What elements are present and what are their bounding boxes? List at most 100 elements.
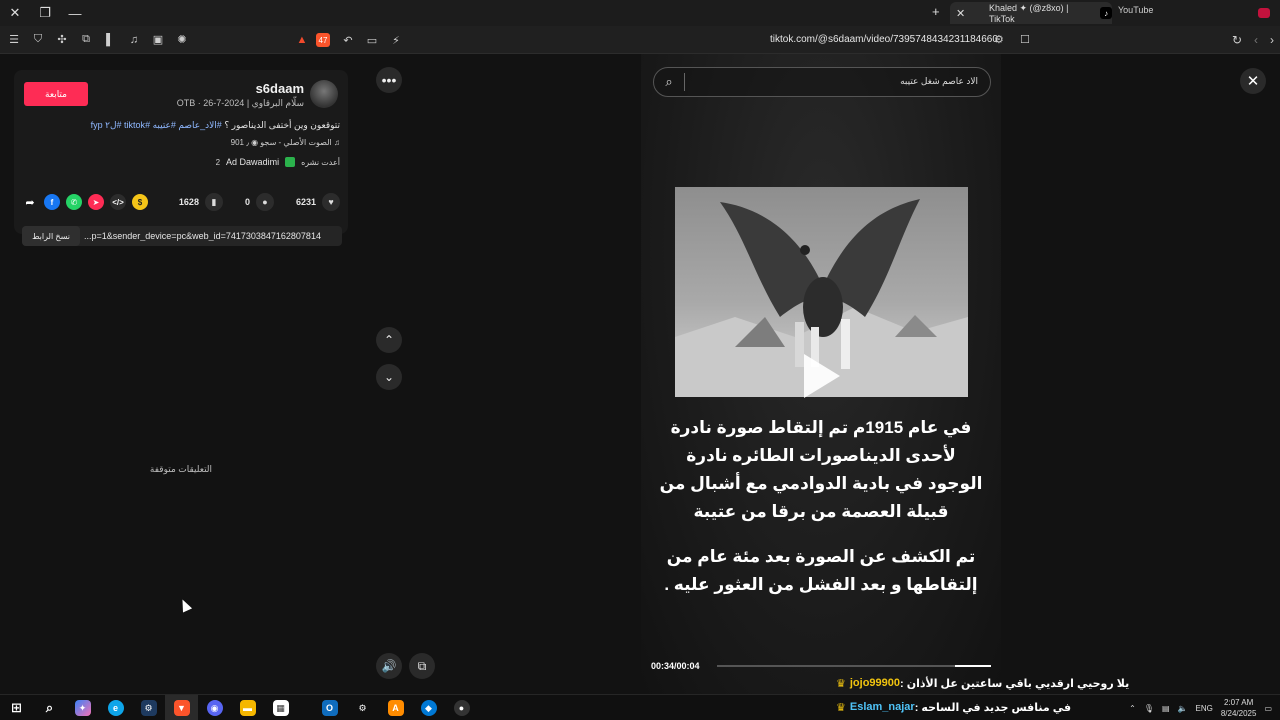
- back-history-icon[interactable]: ↶: [340, 32, 356, 48]
- close-tab-icon[interactable]: ✕: [956, 7, 965, 20]
- tabs-icon[interactable]: ⧉: [78, 32, 94, 48]
- edge-icon[interactable]: e: [99, 695, 132, 720]
- float-player-icon[interactable]: ⧉: [409, 653, 435, 679]
- volume-tray-icon[interactable]: 🔈: [1178, 704, 1188, 713]
- leo-icon[interactable]: ⚡: [388, 32, 404, 48]
- clock-date: 8/24/2025: [1220, 709, 1257, 718]
- music-icon[interactable]: ♫: [126, 32, 142, 48]
- search-text[interactable]: الاد عاصم شغل عتيبه: [900, 76, 978, 87]
- repost-user[interactable]: Ad Dawadimi: [226, 157, 279, 167]
- screen-icon[interactable]: ▭: [364, 32, 380, 48]
- follow-button[interactable]: متابعة: [24, 82, 88, 106]
- forward-icon[interactable]: ›: [1270, 33, 1274, 47]
- sidebar-icon[interactable]: ▌: [102, 32, 118, 48]
- picture-in-picture-icon[interactable]: ▣: [150, 32, 166, 48]
- share-link-text[interactable]: ...p=1&sender_device=pc&web_id=741730384…: [80, 231, 321, 241]
- clock[interactable]: 2:07 AM 8/24/2025: [1221, 697, 1257, 719]
- sound-link[interactable]: ♫ الصوت الأصلي - سجو ◉ ٫ 901: [231, 138, 340, 147]
- video-text-line: تم الكشف عن الصورة بعد مئة عام من: [666, 547, 976, 566]
- video-text-line: قبيلة العصمة من برقا من عتيبة: [693, 502, 949, 521]
- start-button[interactable]: ⊞: [0, 695, 33, 720]
- comment-icon[interactable]: ●: [255, 193, 274, 211]
- bookmark-icon[interactable]: ☐: [1020, 33, 1030, 46]
- tab-bar: ✕ ❐ — + ✕ Khaled ✦ (@z8xo) | TikTok ♪ Yo…: [0, 0, 1280, 26]
- video-time: 00:34/00:04: [651, 661, 700, 671]
- search-taskbar-icon[interactable]: ⌕: [33, 695, 66, 720]
- restore-icon[interactable]: ❐: [30, 0, 60, 26]
- notifications-icon[interactable]: ▭: [1264, 704, 1272, 713]
- tray-chevron-icon[interactable]: ⌃: [1129, 704, 1136, 713]
- caption-hashtags[interactable]: #الاد_عاصم #عتيبه #tiktok #ل٢ fyp: [91, 120, 222, 130]
- next-video-icon[interactable]: ⌄: [376, 364, 402, 390]
- avatar[interactable]: [310, 80, 338, 108]
- previous-video-icon[interactable]: ⌃: [376, 327, 402, 353]
- reload-icon[interactable]: ↻: [1232, 33, 1242, 47]
- play-icon[interactable]: [804, 354, 840, 398]
- extension-icon[interactable]: ✺: [174, 32, 190, 48]
- settings-icon[interactable]: ⚙: [346, 695, 379, 720]
- share-arrow-icon[interactable]: ➦: [22, 194, 38, 210]
- discord-icon[interactable]: ◉: [198, 695, 231, 720]
- crown-icon: ♛: [836, 677, 846, 690]
- close-video-icon[interactable]: ✕: [1240, 68, 1266, 94]
- sound-name[interactable]: الصوت الأصلي - سجو ◉ ٫ 901: [231, 138, 332, 147]
- video-text-line: لأحدى الديناصورات الطائره نادرة: [686, 446, 956, 465]
- shield-outline-icon[interactable]: ⛉: [30, 32, 46, 48]
- post-caption: تتوقعون وين أختفى الديناصور ؟ #الاد_عاصم…: [91, 120, 340, 131]
- comments-disabled-text: التعليقات متوقفة: [149, 464, 213, 474]
- puzzle-icon[interactable]: ✣: [54, 32, 70, 48]
- back-icon[interactable]: ‹: [1254, 33, 1258, 47]
- chat-message: يلا روحيي ارقديي باقي ساعتين عل الأذان :: [900, 677, 1130, 690]
- video-progress-bar[interactable]: [717, 665, 991, 667]
- facebook-icon[interactable]: f: [44, 194, 60, 210]
- heart-icon[interactable]: ♥: [322, 193, 340, 211]
- minimize-icon[interactable]: —: [60, 0, 90, 26]
- steam-icon[interactable]: ⚙: [132, 695, 165, 720]
- warning-icon[interactable]: ▲: [296, 34, 308, 46]
- app-blue-icon[interactable]: ◆: [412, 695, 445, 720]
- more-options-icon[interactable]: •••: [376, 67, 402, 93]
- outlook-icon[interactable]: O: [313, 695, 346, 720]
- taskbar-gap: [297, 695, 313, 720]
- tab-youtube[interactable]: YouTube: [1118, 5, 1153, 15]
- repost-count: 2: [215, 157, 221, 167]
- network-icon[interactable]: ▤: [1162, 704, 1170, 713]
- url-text[interactable]: tiktok.com/@s6daam/video/739574843423118…: [770, 34, 998, 45]
- music-note-icon: ♫: [331, 138, 340, 147]
- obs-icon[interactable]: ●: [445, 695, 478, 720]
- store-icon[interactable]: ▦: [264, 695, 297, 720]
- site-settings-icon[interactable]: ⚙: [994, 33, 1004, 46]
- embed-icon[interactable]: </>: [110, 194, 126, 210]
- new-tab-icon[interactable]: +: [932, 4, 940, 19]
- nav-buttons: ↻ ‹ ›: [1232, 26, 1274, 54]
- bookmark-save-icon[interactable]: ▮: [204, 193, 223, 211]
- repost-badge-icon: [285, 157, 296, 167]
- app-a-icon[interactable]: A: [379, 695, 412, 720]
- username[interactable]: s6daam: [256, 81, 304, 96]
- brave-shield-icon[interactable]: 47: [316, 33, 330, 47]
- system-tray: ⌃ 🎙 ▤ 🔈 ENG 2:07 AM 8/24/2025 ▭: [1129, 695, 1272, 720]
- microphone-icon[interactable]: 🎙: [1144, 704, 1154, 713]
- video-search-box[interactable]: ⌕ الاد عاصم شغل عتيبه: [653, 67, 991, 97]
- address-bar[interactable]: ▲ 47 ↶ ▭ ⚡ tiktok.com/@s6daam/video/7395…: [296, 26, 1036, 54]
- menu-icon[interactable]: ☰: [6, 32, 22, 48]
- copy-link-button[interactable]: نسخ الرابط: [22, 226, 80, 246]
- tab-tiktok[interactable]: ✕ Khaled ✦ (@z8xo) | TikTok ♪: [950, 2, 1112, 24]
- whatsapp-icon[interactable]: ✆: [66, 194, 82, 210]
- language-indicator[interactable]: ENG: [1196, 704, 1213, 713]
- coin-icon[interactable]: $: [132, 194, 148, 210]
- right-background: [1001, 54, 1280, 694]
- copilot-icon[interactable]: ✦: [66, 695, 99, 720]
- close-window-icon[interactable]: ✕: [0, 0, 30, 26]
- video-player[interactable]: ⌕ الاد عاصم شغل عتيبه في عام 1915م تم إل…: [641, 54, 1001, 694]
- tab-title: Khaled ✦ (@z8xo) | TikTok: [988, 2, 1069, 24]
- action-row: ➦ f ✆ ➤ </> $ 1628 ▮ 0 ● 6231 ♥: [14, 190, 348, 214]
- likes-count: 6231: [295, 197, 316, 207]
- send-icon[interactable]: ➤: [88, 194, 104, 210]
- volume-icon[interactable]: 🔊: [376, 653, 402, 679]
- brave-icon[interactable]: ▼: [165, 695, 198, 720]
- file-explorer-icon[interactable]: ▬: [231, 695, 264, 720]
- search-icon[interactable]: ⌕: [654, 67, 684, 97]
- repost-info[interactable]: 2 Ad Dawadimi أعدت نشره: [216, 157, 340, 167]
- video-progress-fill: [955, 665, 991, 667]
